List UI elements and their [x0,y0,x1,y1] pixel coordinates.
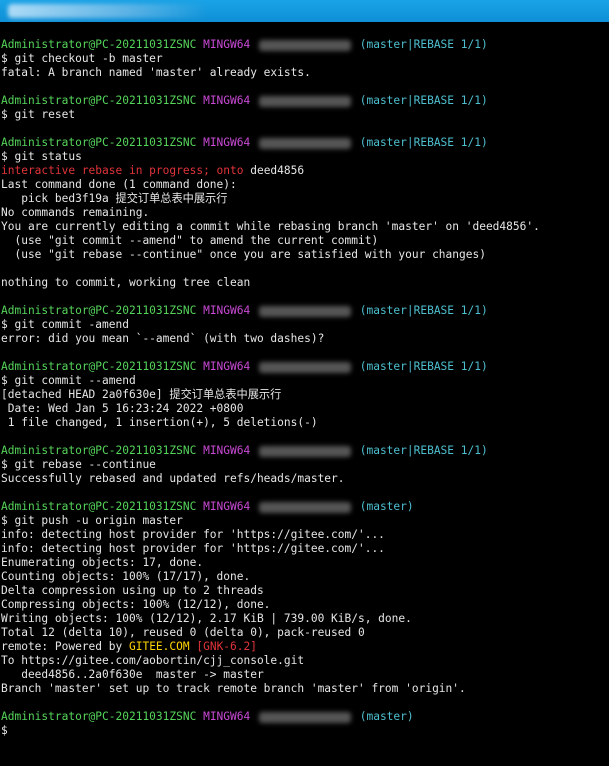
window-title-bar[interactable] [0,0,609,22]
prompt-branch: (master|REBASE 1/1) [359,136,488,149]
prompt-shell: MINGW64 [203,710,251,723]
output-line: Delta compression using up to 2 threads [1,584,264,597]
rebase-status-text: interactive rebase in progress; onto [1,164,251,177]
command-line: $ git reset [1,108,76,121]
prompt-shell: MINGW64 [203,444,251,457]
prompt-user-host: Administrator@PC-20211031ZSNC [1,38,197,51]
output-line: Compressing objects: 100% (12/12), done. [1,598,271,611]
obscured-window-title [8,4,208,18]
prompt-branch: (master|REBASE 1/1) [359,304,488,317]
output-line: info: detecting host provider for 'https… [1,542,385,555]
prompt-shell: MINGW64 [203,38,251,51]
remote-line: remote: Powered by GITEE.COM [GNK-6.2] [1,640,601,654]
output-line: You are currently editing a commit while… [1,220,540,233]
output-line: To https://gitee.com/aobortin/cjj_consol… [1,654,305,667]
redacted-path [258,39,351,51]
redacted-path [258,361,351,373]
prompt-branch: (master) [359,500,414,513]
prompt-line: Administrator@PC-20211031ZSNC MINGW64 (m… [1,304,601,318]
prompt-user-host: Administrator@PC-20211031ZSNC [1,444,197,457]
command-line: $ git rebase --continue [1,458,156,471]
prompt-shell: MINGW64 [203,94,251,107]
output-line: [detached HEAD 2a0f630e] 提交订单总表中展示行 [1,388,282,401]
output-line: fatal: A branch named 'master' already e… [1,66,311,79]
prompt-shell: MINGW64 [203,136,251,149]
terminal-output[interactable]: Administrator@PC-20211031ZSNC MINGW64 (m… [1,38,601,738]
output-line: deed4856..2a0f630e master -> master [1,668,264,681]
redacted-path [258,501,351,513]
prompt-shell: MINGW64 [203,500,251,513]
remote-version: [GNK-6.2] [196,640,257,653]
prompt-line: Administrator@PC-20211031ZSNC MINGW64 (m… [1,444,601,458]
remote-prefix: remote: Powered by [1,640,129,653]
prompt-branch: (master|REBASE 1/1) [359,360,488,373]
prompt-shell: MINGW64 [203,304,251,317]
prompt-line: Administrator@PC-20211031ZSNC MINGW64 (m… [1,38,601,52]
prompt-user-host: Administrator@PC-20211031ZSNC [1,94,197,107]
output-line: (use "git commit --amend" to amend the c… [1,234,379,247]
redacted-path [258,711,351,723]
output-line: 1 file changed, 1 insertion(+), 5 deleti… [1,416,318,429]
output-line: pick bed3f19a 提交订单总表中展示行 [1,192,228,205]
output-line: Date: Wed Jan 5 16:23:24 2022 +0800 [1,402,244,415]
redacted-path [258,137,351,149]
prompt-branch: (master|REBASE 1/1) [359,94,488,107]
command-line: $ git checkout -b master [1,52,163,65]
output-line: error: did you mean `--amend` (with two … [1,332,325,345]
prompt-user-host: Administrator@PC-20211031ZSNC [1,500,197,513]
prompt-user-host: Administrator@PC-20211031ZSNC [1,136,197,149]
redacted-path [258,95,351,107]
output-line: interactive rebase in progress; onto dee… [1,164,601,178]
prompt-branch: (master|REBASE 1/1) [359,444,488,457]
prompt-user-host: Administrator@PC-20211031ZSNC [1,710,197,723]
command-line: $ git status [1,150,82,163]
remote-gitee-brand: GITEE.COM [128,640,190,653]
output-line: Successfully rebased and updated refs/he… [1,472,345,485]
output-line: Total 12 (delta 10), reused 0 (delta 0),… [1,626,365,639]
output-line: Counting objects: 100% (17/17), done. [1,570,251,583]
prompt-user-host: Administrator@PC-20211031ZSNC [1,360,197,373]
prompt-branch: (master) [359,710,414,723]
output-line: (use "git rebase --continue" once you ar… [1,248,486,261]
rebase-onto-hash: deed4856 [250,164,305,177]
prompt-line: Administrator@PC-20211031ZSNC MINGW64 (m… [1,710,601,724]
output-line: No commands remaining. [1,206,150,219]
prompt-line: Administrator@PC-20211031ZSNC MINGW64 (m… [1,360,601,374]
output-line: info: detecting host provider for 'https… [1,528,385,541]
command-line: $ git push -u origin master [1,514,183,527]
command-line: $ git commit --amend [1,374,136,387]
output-line: Writing objects: 100% (12/12), 2.17 KiB … [1,612,412,625]
prompt-line: Administrator@PC-20211031ZSNC MINGW64 (m… [1,94,601,108]
command-line: $ git commit -amend [1,318,129,331]
prompt-line: Administrator@PC-20211031ZSNC MINGW64 (m… [1,136,601,150]
command-input-line[interactable]: $ [1,724,601,738]
output-line: nothing to commit, working tree clean [1,276,251,289]
redacted-path [258,445,351,457]
output-line: Enumerating objects: 17, done. [1,556,204,569]
output-line: Last command done (1 command done): [1,178,237,191]
prompt-user-host: Administrator@PC-20211031ZSNC [1,304,197,317]
redacted-path [258,305,351,317]
prompt-branch: (master|REBASE 1/1) [359,38,488,51]
prompt-line: Administrator@PC-20211031ZSNC MINGW64 (m… [1,500,601,514]
prompt-shell: MINGW64 [203,360,251,373]
output-line: Branch 'master' set up to track remote b… [1,682,466,695]
